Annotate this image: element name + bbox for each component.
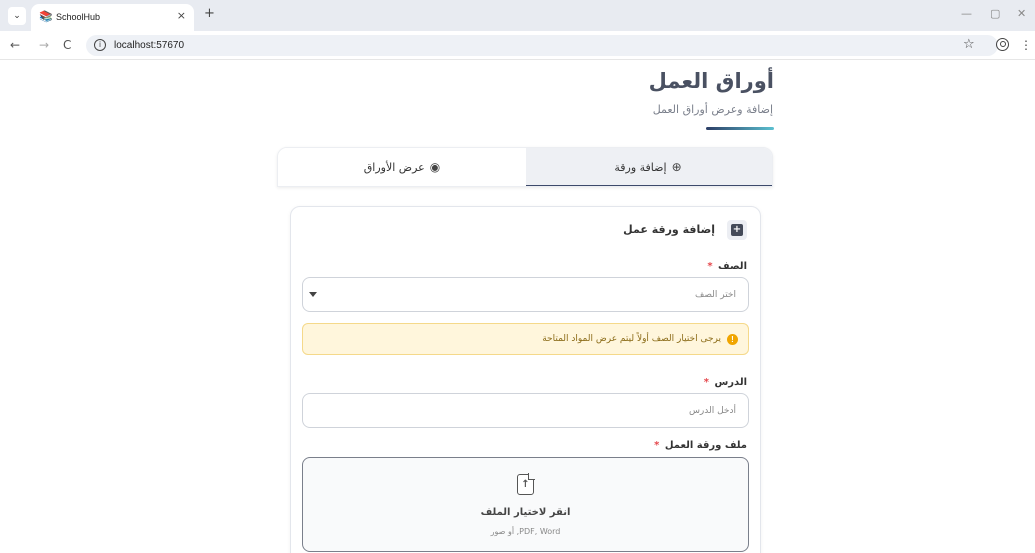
title-underline: [706, 127, 774, 130]
window-close-icon[interactable]: ✕: [1017, 6, 1026, 22]
browser-tab-title: SchoolHub: [56, 12, 101, 22]
tab-search-chevron-icon[interactable]: ⌄: [8, 7, 26, 25]
lesson-label: الدرس *: [703, 377, 747, 388]
info-icon: !: [727, 334, 738, 345]
file-dropzone[interactable]: انقر لاختيار الملف PDF, Word, أو صور: [302, 457, 749, 552]
restore-icon[interactable]: ▢: [990, 6, 1000, 22]
forward-icon[interactable]: →: [39, 38, 49, 52]
back-icon[interactable]: ←: [10, 38, 20, 52]
lesson-placeholder: أدخل الدرس: [688, 406, 736, 416]
tab-add-worksheet[interactable]: ⊕ إضافة ورقة: [524, 148, 772, 186]
schoolhub-favicon-icon: 📚: [39, 10, 53, 23]
grade-select-value: اختر الصف: [695, 290, 736, 300]
required-mark: *: [654, 440, 660, 451]
file-upload-icon: [517, 473, 535, 495]
dropzone-title: انقر لاختيار الملف: [480, 507, 571, 518]
browser-tab-strip: ⌄ 📚 SchoolHub × + — ▢ ✕: [0, 0, 1035, 31]
site-info-icon[interactable]: i: [94, 39, 106, 51]
tab-close-icon[interactable]: ×: [177, 9, 186, 23]
reload-icon[interactable]: C: [63, 38, 71, 52]
required-mark: *: [703, 377, 709, 388]
caret-down-icon: [309, 292, 317, 297]
grade-notice: ! يرجى اختيار الصف أولاً ليتم عرض المواد…: [302, 323, 749, 355]
lesson-input[interactable]: أدخل الدرس: [302, 393, 749, 428]
browser-tab[interactable]: 📚 SchoolHub ×: [31, 4, 194, 31]
page-title: أوراق العمل: [648, 69, 774, 93]
tab-add-label: إضافة ورقة: [614, 161, 667, 174]
tab-view-worksheets[interactable]: ◉ عرض الأوراق: [278, 148, 526, 186]
url-text: localhost:57670: [114, 40, 185, 51]
address-bar: ← → C i localhost:57670 ☆ ⋮: [0, 31, 1035, 60]
grade-select[interactable]: اختر الصف: [302, 277, 749, 312]
file-label: ملف ورقة العمل *: [654, 440, 747, 451]
minimize-icon[interactable]: —: [961, 6, 972, 22]
card-title: إضافة ورقة عمل: [623, 223, 715, 236]
profile-icon[interactable]: [996, 38, 1009, 51]
plus-circle-icon: ⊕: [671, 160, 682, 174]
grade-label: الصف *: [707, 261, 747, 272]
new-tab-icon[interactable]: +: [204, 6, 215, 22]
bookmark-star-icon[interactable]: ☆: [963, 37, 975, 52]
url-field[interactable]: i localhost:57670: [86, 35, 998, 56]
add-box-icon: [727, 220, 747, 240]
add-worksheet-card: إضافة ورقة عمل الصف * اختر الصف ! يرجى ا…: [290, 206, 761, 553]
browser-menu-icon[interactable]: ⋮: [1020, 38, 1032, 52]
worksheets-page: أوراق العمل إضافة وعرض أوراق العمل ⊕ إضاف…: [0, 60, 1035, 553]
required-mark: *: [707, 261, 713, 272]
dropzone-hint: PDF, Word, أو صور: [490, 527, 561, 536]
worksheet-tabs: ⊕ إضافة ورقة ◉ عرض الأوراق: [277, 147, 773, 187]
page-subtitle: إضافة وعرض أوراق العمل: [652, 103, 773, 116]
tab-view-label: عرض الأوراق: [363, 161, 425, 174]
notice-text: يرجى اختيار الصف أولاً ليتم عرض المواد ا…: [542, 334, 721, 344]
eye-icon: ◉: [429, 160, 441, 174]
